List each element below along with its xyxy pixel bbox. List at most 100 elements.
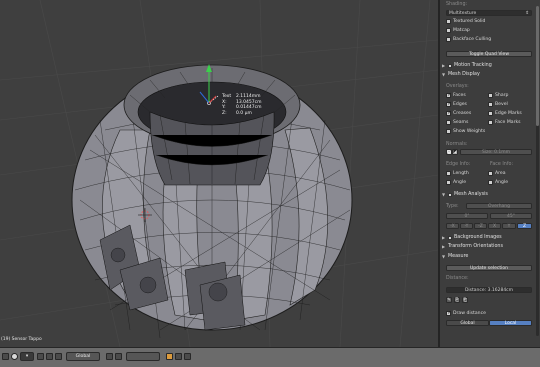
viewport-shading-icon[interactable] — [11, 353, 18, 360]
viewport-canvas — [0, 0, 438, 347]
faces-checkbox[interactable]: Faces — [446, 92, 466, 98]
triangle-right-icon: ▶ — [442, 244, 446, 249]
translate-icon[interactable] — [55, 353, 62, 360]
axis-z-button[interactable]: Z — [517, 223, 532, 229]
panel-scrollbar[interactable] — [536, 6, 539, 336]
3d-viewport[interactable]: Text 2.1114mm X: 13.0457cm Y: 0.01447cm … — [0, 0, 438, 347]
checkbox-icon — [488, 111, 493, 116]
motion-tracking-header[interactable]: ▶ Motion Tracking — [442, 62, 536, 69]
checkbox-icon — [488, 102, 493, 107]
checkbox-icon[interactable] — [448, 192, 452, 197]
header-label: Motion Tracking — [454, 63, 492, 68]
bevel-checkbox[interactable]: Bevel — [488, 102, 508, 107]
edge-angle-checkbox[interactable]: Angle — [446, 180, 466, 185]
viewport-header: ▾ Global — [0, 347, 540, 367]
checkbox-icon — [488, 120, 493, 125]
checkbox-label: Bevel — [495, 102, 508, 107]
editor-type-icon[interactable] — [2, 353, 9, 360]
seams-checkbox[interactable]: Seams — [446, 120, 468, 125]
background-images-header[interactable]: ▶ Background Images — [442, 234, 536, 241]
shading-dropdown[interactable]: Multitexture ⇕ — [446, 10, 532, 16]
checkbox-icon[interactable] — [448, 63, 452, 68]
normals-size-field[interactable]: Size: 0.1mm — [460, 149, 532, 155]
local-toggle[interactable]: Local — [489, 320, 532, 326]
face-area-checkbox[interactable]: Area — [488, 171, 506, 176]
axis-x-button[interactable]: X — [488, 223, 501, 229]
show-weights-checkbox[interactable]: Show Weights — [446, 129, 485, 134]
axis-neg-y-button[interactable]: -Y — [460, 223, 473, 229]
global-toggle[interactable]: Global — [446, 320, 489, 326]
shading-label: Shading: — [446, 2, 468, 7]
face-angle-checkbox[interactable]: Angle — [488, 180, 508, 185]
checkbox-label: Sharp — [495, 93, 509, 98]
render-icon[interactable] — [184, 353, 191, 360]
toggle-quad-view-button[interactable]: Toggle Quad View — [446, 51, 532, 57]
matcap-checkbox[interactable]: Matcap — [446, 28, 470, 33]
header-label: Measure — [448, 254, 469, 259]
analysis-min-field[interactable]: 0° — [446, 213, 488, 219]
shading-value: Multitexture — [449, 10, 477, 16]
checkbox-label: Edge Marks — [495, 111, 522, 116]
mesh-object[interactable] — [71, 64, 353, 339]
properties-panel[interactable]: Shading: Multitexture ⇕ Textured Solid M… — [438, 0, 540, 347]
paste-button[interactable]: ⎗ — [462, 297, 468, 303]
copy-button[interactable]: ⎘ — [454, 297, 460, 303]
edges-checkbox[interactable]: Edges — [446, 101, 467, 107]
distance-label: Distance: — [446, 276, 469, 281]
copy-icon: ⎘ — [455, 298, 459, 303]
chevron-up-down-icon: ⇕ — [525, 10, 529, 16]
layers-icon[interactable] — [106, 353, 113, 360]
analysis-max-field[interactable]: 45° — [490, 213, 532, 219]
proportional-edit-icon[interactable] — [115, 353, 122, 360]
face-marks-checkbox[interactable]: Face Marks — [488, 120, 521, 125]
transform-orientations-header[interactable]: ▶ Transform Orientations — [442, 243, 536, 250]
checkbox-label: Length — [453, 171, 469, 176]
edge-marks-checkbox[interactable]: Edge Marks — [488, 111, 522, 116]
snap-target-icon[interactable] — [175, 353, 182, 360]
scrollbar-thumb[interactable] — [536, 6, 539, 126]
creases-checkbox[interactable]: Creases — [446, 110, 472, 116]
vertex-normal-icon: ⋰ — [446, 149, 452, 155]
textured-solid-checkbox[interactable]: Textured Solid — [446, 19, 485, 24]
analysis-type-label: Type: — [446, 204, 459, 209]
checkbox-icon — [446, 92, 452, 98]
measure-header[interactable]: ▼ Measure — [442, 253, 536, 260]
overlays-label: Overlays: — [446, 84, 469, 89]
manipulator-icon[interactable] — [46, 353, 53, 360]
snap-icon[interactable] — [166, 353, 173, 360]
checkbox-label: Faces — [453, 93, 466, 98]
triangle-down-icon: ▼ — [442, 254, 446, 259]
orientation-dropdown[interactable]: Global — [66, 352, 100, 361]
eyedropper-icon: ✎ — [447, 297, 451, 303]
face-normals-toggle[interactable]: ◩ — [452, 149, 458, 155]
axis-y-button[interactable]: Y — [502, 223, 516, 229]
checkbox-icon — [446, 28, 451, 33]
axis-neg-z-button[interactable]: -Z — [474, 223, 487, 229]
checkbox-label: Backface Culling — [453, 37, 492, 42]
eyedropper-button[interactable]: ✎ — [446, 297, 452, 303]
mesh-display-header[interactable]: ▼ Mesh Display — [442, 71, 536, 78]
edge-length-checkbox[interactable]: Length — [446, 171, 469, 176]
checkbox-label: Textured Solid — [453, 19, 486, 24]
backface-culling-checkbox[interactable]: Backface Culling — [446, 37, 491, 42]
analysis-type-dropdown[interactable]: Overhang — [466, 203, 532, 209]
sharp-checkbox[interactable]: Sharp — [488, 93, 508, 98]
header-label: Transform Orientations — [448, 244, 503, 249]
pivot-point-icon[interactable] — [37, 353, 44, 360]
checkbox-icon — [446, 120, 451, 125]
axis-neg-x-button[interactable]: -X — [446, 223, 459, 229]
mesh-analysis-header[interactable]: ▼ Mesh Analysis — [442, 191, 536, 198]
mode-dropdown[interactable]: ▾ — [20, 352, 34, 361]
triangle-down-icon: ▼ — [442, 72, 446, 77]
layer-buttons[interactable] — [126, 352, 160, 361]
edge-info-label: Edge Info: — [446, 162, 471, 167]
checkbox-icon — [446, 110, 452, 116]
distance-field[interactable]: Distance: 3.16284cm — [446, 287, 532, 293]
checkbox-icon — [446, 129, 451, 134]
checkbox-label: Creases — [453, 111, 472, 116]
measure-readout: Text 2.1114mm X: 13.0457cm Y: 0.01447cm … — [222, 94, 261, 116]
checkbox-icon[interactable] — [448, 235, 452, 240]
draw-distance-checkbox[interactable]: Draw distance — [446, 310, 486, 316]
update-selection-button[interactable]: Update selection — [446, 265, 532, 271]
checkbox-label: Edges — [453, 102, 467, 107]
